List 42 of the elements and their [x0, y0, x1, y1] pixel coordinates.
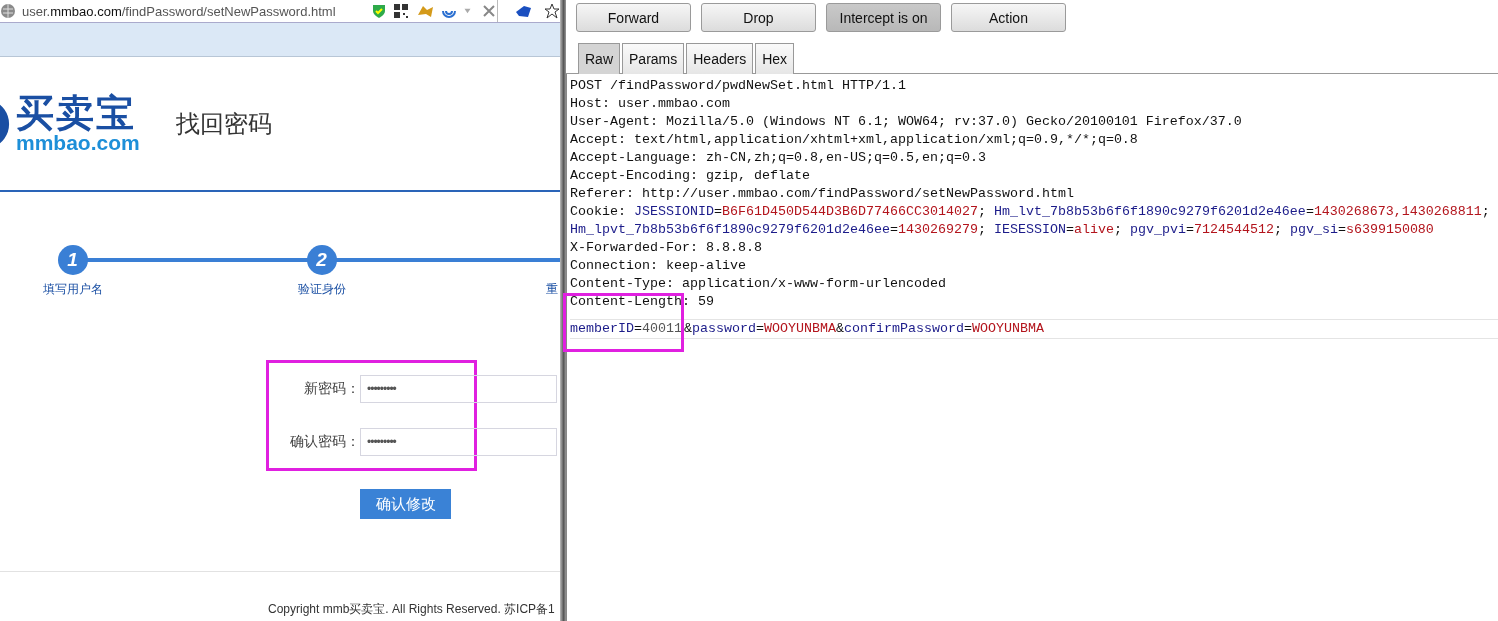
- star-icon[interactable]: [544, 3, 560, 19]
- step-number: 1: [57, 245, 88, 275]
- view-tab[interactable]: Hex: [755, 43, 795, 74]
- proxy-button[interactable]: Intercept is on: [826, 3, 941, 32]
- password-field[interactable]: •••••••••: [360, 375, 557, 403]
- request-body-text: memberID=40011: [570, 320, 684, 338]
- logo-name: 买卖宝: [16, 94, 137, 132]
- step-label: 重: [546, 281, 558, 298]
- view-tab[interactable]: Headers: [686, 43, 754, 74]
- copyright-text: Copyright mmb买卖宝. All Rights Reserved. 苏ICP备1: [268, 601, 555, 618]
- view-tab[interactable]: Params: [622, 43, 685, 74]
- proxy-button[interactable]: Forward: [576, 3, 691, 32]
- request-line: X-Forwarded-For: 8.8.8.8: [570, 239, 763, 257]
- request-line: POST /findPassword/pwdNewSet.html HTTP/1.1: [570, 77, 907, 95]
- request-line: Accept-Encoding: gzip, deflate: [570, 167, 811, 185]
- request-line: Hm_lpvt_7b8b53b6f6f1890c9279f6201d2e46ee=1430269279; IESESSION=alive; pgv_pvi=7124544512; pgv_si=s6399150080: [570, 221, 1435, 239]
- request-body-text: &password=WOOYUNBMA&confirmPassword=WOOYUNBMA: [684, 320, 1044, 338]
- step-number: 2: [306, 245, 337, 275]
- view-tab[interactable]: Raw: [578, 43, 620, 74]
- field-label: 确认密码：: [289, 433, 360, 451]
- request-line: Connection: keep-alive: [570, 257, 747, 275]
- proxy-button[interactable]: Action: [951, 3, 1066, 32]
- step-label: 填写用户名: [42, 281, 103, 298]
- shield-check-icon[interactable]: [371, 3, 387, 19]
- request-line: Referer: http://user.mmbao.com/findPassword/setNewPassword.html: [570, 185, 1075, 203]
- password-field[interactable]: •••••••••: [360, 428, 557, 456]
- request-line: User-Agent: Mozilla/5.0 (Windows NT 6.1; WOW64; rv:37.0) Gecko/20100101 Firefox/37.0: [570, 113, 1243, 131]
- url-text[interactable]: user.mmbao.com/findPassword/setNewPassword.html: [22, 3, 336, 19]
- request-line: Accept-Language: zh-CN,zh;q=0.8,en-US;q=0.5,en;q=0.3: [570, 149, 987, 167]
- logo-domain: mmbao.com: [16, 132, 140, 153]
- close-icon[interactable]: [481, 3, 497, 19]
- request-line: Content-Type: application/x-www-form-urlencoded: [570, 275, 947, 293]
- step-label: 验证身份: [297, 281, 346, 298]
- globe-icon[interactable]: [0, 3, 16, 19]
- proxy-button[interactable]: Drop: [701, 3, 816, 32]
- qr-code-icon[interactable]: [393, 3, 409, 19]
- page-heading: 找回密码: [175, 108, 272, 139]
- field-label: 新密码：: [303, 380, 360, 398]
- confirm-button[interactable]: 确认修改: [360, 489, 451, 519]
- request-line: Accept: text/html,application/xhtml+xml,application/xml;q=0.9,*/*;q=0.8: [570, 131, 1139, 149]
- request-line: Host: user.mmbao.com: [570, 95, 731, 113]
- request-line: Cookie: JSESSIONID=B6F61D450D544D3B6D77466CC3014027; Hm_lvt_7b8b53b6f6f1890c9279f6201d2e46ee=1430268673,1430268811;: [570, 203, 1491, 221]
